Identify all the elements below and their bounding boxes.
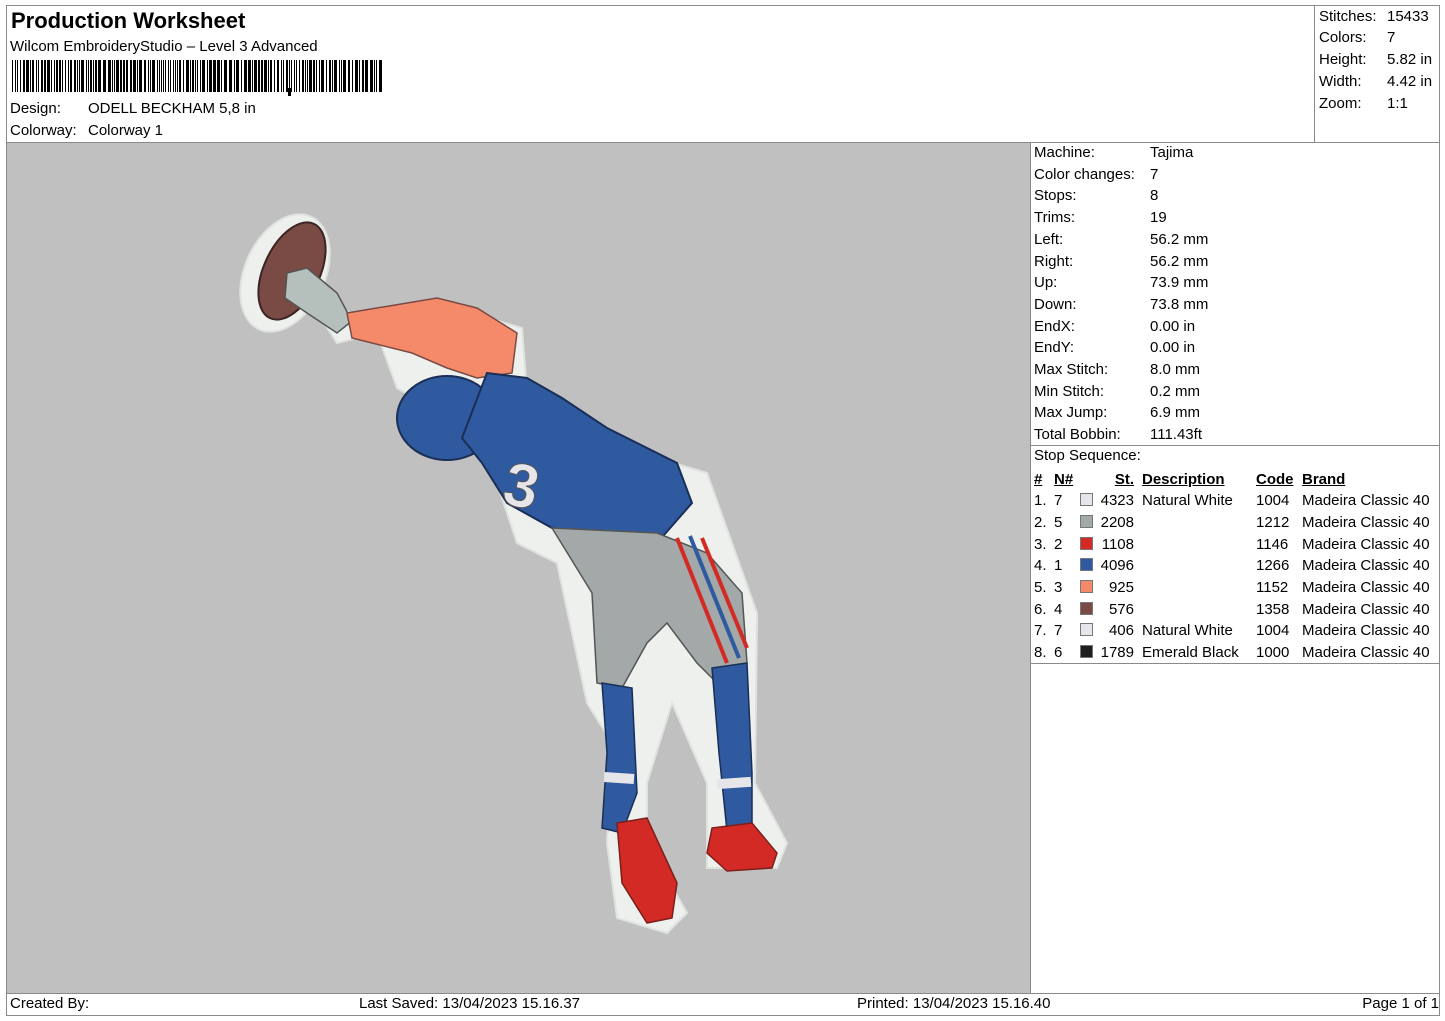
cell-brand: Madeira Classic 40: [1302, 579, 1430, 597]
cell-n: 6: [1054, 644, 1063, 662]
color-swatch-cell: [1080, 598, 1098, 620]
cell-code: 1266: [1256, 557, 1290, 575]
cell-desc: [1140, 512, 1256, 534]
cell-brand: Madeira Classic 40: [1302, 600, 1430, 618]
summary-list: Stitches: 15433 Colors: 7 Height: 5.82 in W…: [1319, 8, 1433, 112]
page-title: Production Worksheet: [11, 8, 246, 33]
design-value: ODELL BECKHAM 5,8 in: [88, 100, 256, 117]
design-label: Design:: [10, 100, 61, 117]
color-swatch-cell: [1080, 642, 1098, 664]
color-swatch-cell: [1080, 577, 1098, 599]
footer-printed: Printed: 13/04/2023 15.16.40: [857, 995, 1051, 1012]
cell-num: 4.: [1034, 557, 1047, 575]
table-row: 3. 2 1108 1146 Madeira Classic 40: [1034, 533, 1442, 555]
barcode: [12, 60, 382, 96]
cell-code: 1152: [1256, 579, 1289, 597]
cell-st: 925: [1108, 579, 1134, 597]
col-needle: N#: [1054, 470, 1074, 488]
notes-panel: [1030, 663, 1440, 994]
cell-n: 4: [1054, 600, 1063, 618]
col-code: Code: [1256, 470, 1294, 488]
table-row: 2. 5 2208 1212 Madeira Classic 40: [1034, 512, 1442, 534]
table-row: 5. 3 925 1152 Madeira Classic 40: [1034, 577, 1442, 599]
table-row: 1. 7 4323 Natural White 1004 Madeira Classic …: [1034, 490, 1442, 512]
colorway-label: Colorway:: [10, 122, 77, 139]
col-num: #: [1034, 470, 1043, 488]
cell-st: 2208: [1100, 514, 1134, 532]
cell-num: 5.: [1034, 579, 1047, 597]
stop-sequence-table: # N# St. Description Code Brand 1. 7 4323 N…: [1034, 468, 1442, 664]
software-name: Wilcom EmbroideryStudio – Level 3 Advanc…: [10, 38, 318, 55]
cell-num: 6.: [1034, 600, 1047, 618]
cell-n: 5: [1054, 514, 1063, 532]
cell-num: 3.: [1034, 535, 1047, 553]
cell-n: 2: [1054, 535, 1063, 553]
cell-brand: Madeira Classic 40: [1302, 492, 1430, 510]
table-row: 4. 1 4096 1266 Madeira Classic 40: [1034, 555, 1442, 577]
cell-n: 7: [1054, 622, 1063, 640]
cell-num: 8.: [1034, 644, 1047, 662]
footer-last-saved: Last Saved: 13/04/2023 15.16.37: [359, 995, 581, 1012]
cell-st: 4323: [1100, 492, 1134, 510]
color-swatch-cell: [1080, 620, 1098, 642]
colorway-value: Colorway 1: [88, 122, 164, 139]
cell-brand: Madeira Classic 40: [1302, 557, 1430, 575]
stop-sequence-title: Stop Sequence:: [1034, 447, 1141, 464]
cell-n: 1: [1054, 557, 1063, 575]
table-row: 8. 6 1789 Emerald Black 1000 Madeira Classic …: [1034, 642, 1442, 664]
color-swatch: [1080, 623, 1093, 637]
color-swatch: [1080, 558, 1093, 572]
color-swatch-cell: [1080, 490, 1098, 512]
machine-info-list: Machine: Tajima Color changes: 7 Stops: 8 T…: [1034, 144, 1209, 444]
cell-desc: Natural White: [1142, 492, 1233, 510]
col-brand: Brand: [1302, 470, 1346, 488]
cell-num: 1.: [1034, 492, 1047, 510]
color-swatch: [1080, 515, 1093, 529]
cell-brand: Madeira Classic 40: [1302, 644, 1430, 662]
footer-created-by: Created By:: [10, 995, 90, 1012]
cell-num: 7.: [1034, 622, 1047, 640]
cell-st: 406: [1108, 622, 1134, 640]
cell-desc: Natural White: [1142, 622, 1233, 640]
col-description: Description: [1142, 470, 1225, 488]
cell-code: 1004: [1256, 622, 1290, 640]
cell-st: 576: [1108, 600, 1134, 618]
cell-code: 1004: [1256, 492, 1290, 510]
cell-st: 1108: [1101, 535, 1134, 553]
color-swatch: [1080, 601, 1093, 615]
cell-desc: Emerald Black: [1142, 644, 1239, 662]
cell-code: 1212: [1256, 514, 1290, 532]
table-row: 7. 7 406 Natural White 1004 Madeira Classic 4…: [1034, 620, 1442, 642]
cell-num: 2.: [1034, 514, 1047, 532]
color-swatch: [1080, 580, 1093, 594]
color-swatch-cell: [1080, 512, 1098, 534]
cell-desc: [1140, 598, 1256, 620]
color-swatch-cell: [1080, 555, 1098, 577]
footer-page: Page 1 of 1: [1362, 995, 1439, 1012]
color-swatch-cell: [1080, 533, 1098, 555]
cell-code: 1358: [1256, 600, 1290, 618]
cell-st: 1789: [1100, 644, 1134, 662]
cell-brand: Madeira Classic 40: [1302, 622, 1430, 640]
embroidery-design-image: 3: [239, 213, 789, 935]
cell-n: 7: [1054, 492, 1063, 510]
cell-n: 3: [1054, 579, 1063, 597]
cell-desc: [1140, 533, 1256, 555]
color-swatch: [1080, 493, 1093, 507]
table-row: 6. 4 576 1358 Madeira Classic 40: [1034, 598, 1442, 620]
footer-bar: [6, 993, 1440, 1016]
color-swatch: [1080, 536, 1093, 550]
cell-brand: Madeira Classic 40: [1302, 535, 1430, 553]
cell-code: 1146: [1256, 535, 1289, 553]
cell-brand: Madeira Classic 40: [1302, 514, 1430, 532]
col-stitches: St.: [1114, 470, 1134, 488]
cell-st: 4096: [1100, 557, 1134, 575]
cell-desc: [1140, 577, 1256, 599]
cell-code: 1000: [1256, 644, 1290, 662]
color-swatch: [1080, 645, 1093, 659]
table-header-row: # N# St. Description Code Brand: [1034, 468, 1442, 490]
cell-desc: [1140, 555, 1256, 577]
col-swatch: [1080, 468, 1098, 490]
